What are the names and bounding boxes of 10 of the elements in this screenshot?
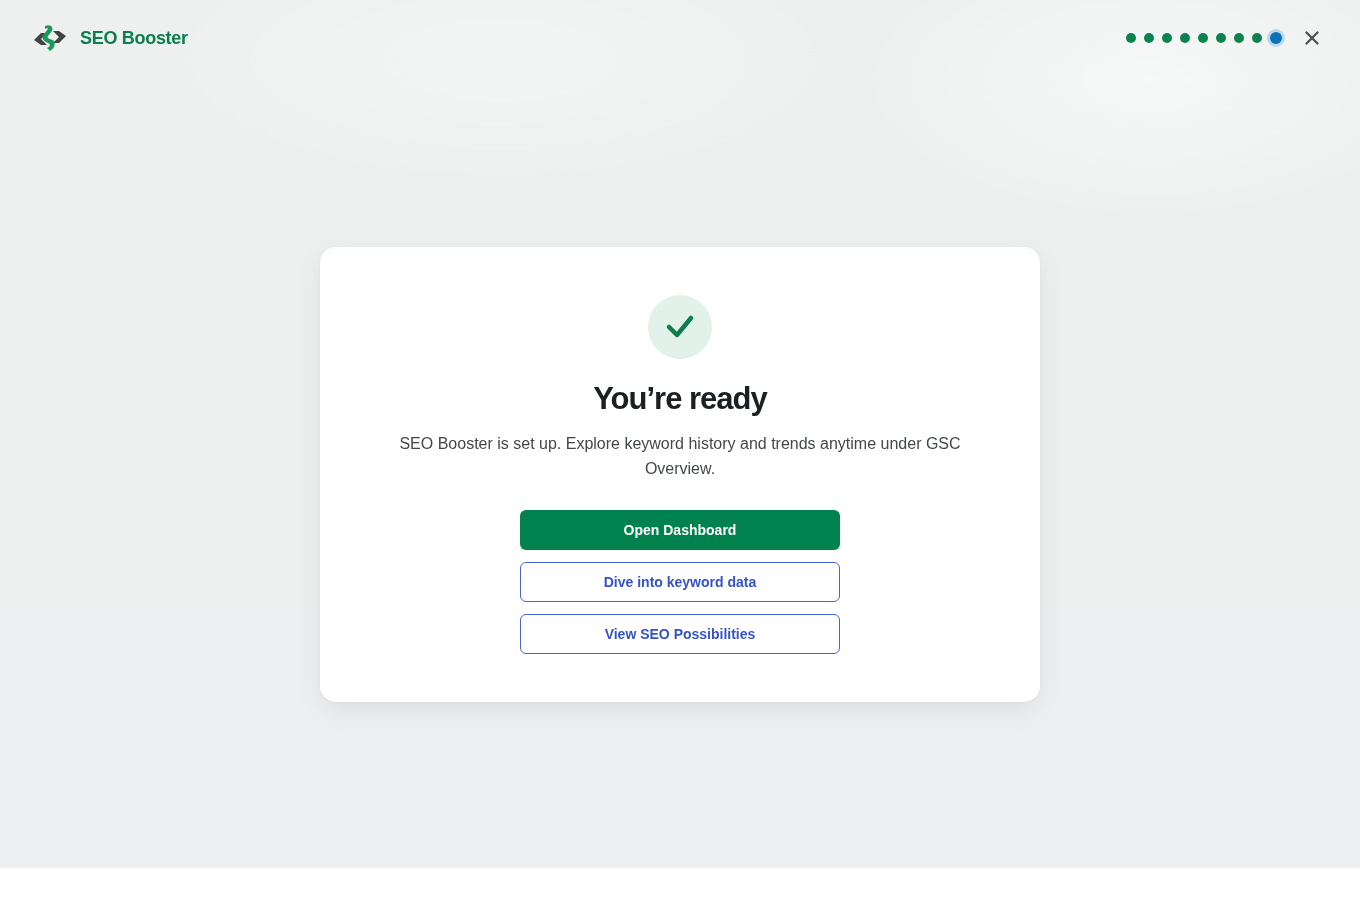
card-title: You’re ready — [593, 381, 767, 417]
close-button[interactable] — [1302, 28, 1322, 48]
card-message: SEO Booster is set up. Explore keyword history and trends anytime under GSC Overview. — [398, 434, 962, 479]
secondary-button[interactable]: View SEO Possibilities — [520, 614, 840, 654]
checkmark-icon — [648, 295, 712, 359]
close-icon — [1305, 31, 1319, 45]
brand-name: SEO Booster — [80, 27, 188, 49]
secondary-button[interactable]: Dive into keyword data — [520, 562, 840, 602]
primary-button[interactable]: Open Dashboard — [520, 510, 840, 550]
logo-icon — [32, 23, 68, 53]
